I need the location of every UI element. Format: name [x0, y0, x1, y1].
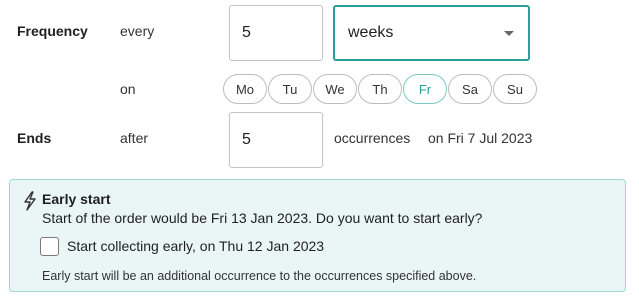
- occurrences-label: occurrences: [334, 130, 411, 146]
- early-start-checkbox-label[interactable]: Start collecting early, on Thu 12 Jan 20…: [67, 238, 324, 254]
- early-start-panel: Early start Start of the order would be …: [9, 179, 626, 292]
- end-date-text: on Fri 7 Jul 2023: [428, 130, 533, 146]
- chevron-down-icon: [504, 30, 514, 36]
- day-sa[interactable]: Sa: [448, 74, 492, 104]
- early-start-description: Start of the order would be Fri 13 Jan 2…: [42, 210, 483, 226]
- early-start-title: Early start: [42, 191, 111, 207]
- day-su[interactable]: Su: [493, 74, 537, 104]
- frequency-unit-select[interactable]: weeks: [333, 5, 530, 61]
- day-th[interactable]: Th: [358, 74, 402, 104]
- ends-label: Ends: [17, 130, 52, 146]
- every-label: every: [120, 23, 155, 39]
- lightning-icon: [22, 191, 38, 211]
- day-mo[interactable]: Mo: [223, 74, 267, 104]
- early-start-note: Early start will be an additional occurr…: [42, 269, 477, 283]
- on-label: on: [120, 81, 136, 97]
- interval-input[interactable]: [229, 5, 323, 61]
- frequency-label: Frequency: [17, 23, 88, 39]
- after-label: after: [120, 130, 149, 146]
- weekday-selector: Mo Tu We Th Fr Sa Su: [223, 74, 537, 104]
- occurrence-count-input[interactable]: [229, 112, 323, 168]
- early-start-checkbox[interactable]: [40, 237, 59, 256]
- day-we[interactable]: We: [313, 74, 357, 104]
- frequency-unit-value: weeks: [348, 24, 394, 41]
- day-fr[interactable]: Fr: [403, 74, 447, 104]
- day-tu[interactable]: Tu: [268, 74, 312, 104]
